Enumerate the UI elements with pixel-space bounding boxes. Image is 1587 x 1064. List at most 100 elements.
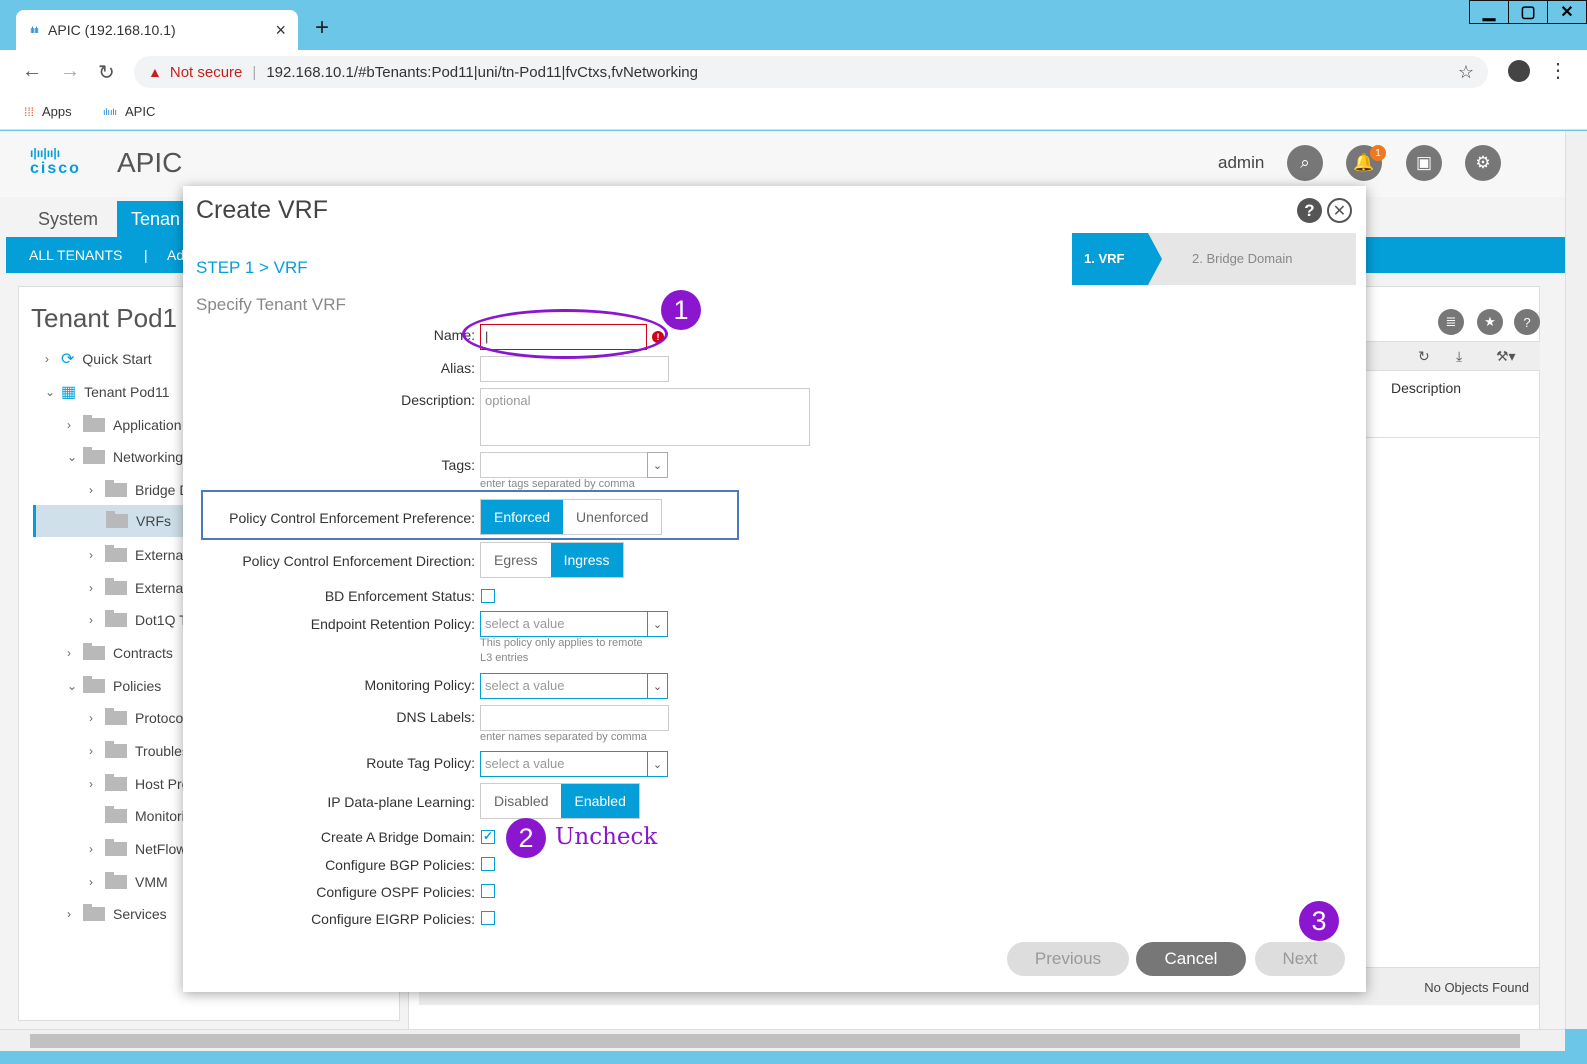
list-icon[interactable]: ≣ [1438, 309, 1464, 335]
chevron-right-icon: › [89, 483, 93, 497]
tree-item-netflow[interactable]: › NetFlow [89, 837, 186, 861]
annotation-marker-1: 1 [661, 290, 701, 330]
folder-icon [83, 643, 105, 660]
tree-item-quick-start[interactable]: › ⟳ Quick Start [45, 347, 152, 371]
menu-kebab-icon[interactable]: ⋮ [1548, 58, 1568, 83]
dialog-title: Create VRF [196, 196, 328, 224]
minimize-icon[interactable]: ▁ [1469, 0, 1509, 24]
dns-labels-input[interactable] [480, 705, 669, 731]
option-ingress[interactable]: Ingress [550, 543, 623, 577]
tab-tenants[interactable]: Tenan [117, 201, 187, 237]
gear-icon[interactable]: ⚙ [1465, 145, 1501, 181]
tab-close-icon[interactable]: × [275, 20, 286, 41]
user-name[interactable]: admin [1218, 153, 1264, 173]
favorite-star-icon[interactable]: ★ [1477, 309, 1503, 335]
scrollbar-thumb[interactable] [30, 1034, 1520, 1048]
tools-icon[interactable]: ⚒▾ [1496, 348, 1516, 365]
folder-icon [105, 872, 127, 889]
building-icon: ▦ [61, 384, 77, 401]
chevron-down-icon[interactable]: ⌄ [647, 673, 668, 699]
monitor-icon[interactable]: ▣ [1406, 145, 1442, 181]
forward-arrow-icon[interactable]: → [60, 60, 80, 83]
folder-icon [105, 480, 127, 497]
browser-tab[interactable]: ılıılı APIC (192.168.10.1) × [16, 10, 298, 50]
alias-input[interactable] [480, 356, 669, 382]
next-button[interactable]: Next [1255, 942, 1345, 976]
cisco-bars-icon: ı|ıı|ıı|ı [30, 146, 61, 160]
tree-item-external-2[interactable]: › External [89, 576, 186, 600]
bookmark-label: APIC [125, 104, 156, 119]
vertical-scrollbar[interactable] [1565, 131, 1587, 1029]
create-vrf-dialog: Create VRF ? ✕ 1. VRF 2. Bridge Domain S… [183, 186, 1366, 992]
tree-item-dot1q[interactable]: › Dot1Q T [89, 608, 188, 632]
chevron-right-icon: › [67, 907, 71, 921]
monitoring-select[interactable]: select a value [480, 673, 668, 699]
tags-input[interactable]: ⌄ [480, 452, 668, 478]
maximize-icon[interactable]: ▢ [1508, 0, 1548, 24]
reload-icon[interactable]: ↻ [98, 60, 115, 85]
tab-system[interactable]: System [38, 209, 98, 230]
endpoint-retention-select[interactable]: select a value [480, 611, 668, 637]
bookmark-apps[interactable]: ⁞⁞⁞ Apps [24, 104, 72, 119]
tree-item-tenant[interactable]: ⌄ ▦ Tenant Pod11 [45, 380, 170, 404]
tree-item-networking[interactable]: ⌄ Networking [67, 445, 183, 469]
previous-button[interactable]: Previous [1007, 942, 1129, 976]
help-icon[interactable]: ? [1514, 309, 1540, 335]
tree-item-external-1[interactable]: › External [89, 543, 186, 567]
tree-item-host-protection[interactable]: › Host Pro [89, 772, 189, 796]
new-tab-button[interactable]: + [315, 14, 329, 42]
ospf-checkbox[interactable] [481, 884, 495, 898]
sub-nav-all-tenants[interactable]: ALL TENANTS [29, 247, 122, 263]
search-icon[interactable]: ⌕ [1287, 145, 1323, 181]
tree-item-policies[interactable]: ⌄ Policies [67, 674, 161, 698]
chevron-down-icon[interactable]: ⌄ [647, 452, 668, 478]
tree-item-bridge-domains[interactable]: › Bridge D [89, 478, 189, 502]
chevron-down-icon[interactable]: ⌄ [647, 611, 668, 637]
tree-item-protocol[interactable]: › Protoco [89, 706, 183, 730]
tree-item-application[interactable]: › Application [67, 413, 182, 437]
tree-label: Host Pro [135, 776, 190, 792]
option-enabled[interactable]: Enabled [561, 784, 639, 818]
tree-label: NetFlow [135, 841, 187, 857]
security-label[interactable]: Not secure [170, 64, 243, 81]
tree-item-troubleshoot[interactable]: › Troubles [89, 739, 189, 763]
option-unenforced[interactable]: Unenforced [563, 500, 662, 534]
tree-item-services[interactable]: › Services [67, 902, 167, 926]
chevron-right-icon: › [89, 842, 93, 856]
option-egress[interactable]: Egress [481, 543, 551, 577]
omnibox[interactable]: ▲ Not secure | 192.168.10.1/#bTenants:Po… [134, 56, 1488, 88]
sub-nav-add[interactable]: Ad [167, 247, 184, 263]
back-arrow-icon[interactable]: ← [22, 60, 42, 83]
account-icon[interactable] [1508, 60, 1530, 82]
url-text[interactable]: 192.168.10.1/#bTenants:Pod11|uni/tn-Pod1… [266, 64, 698, 81]
route-tag-select[interactable]: select a value [480, 751, 668, 777]
option-disabled[interactable]: Disabled [481, 784, 562, 818]
annotation-marker-2: 2 [506, 818, 546, 858]
folder-icon [83, 415, 105, 432]
bgp-checkbox[interactable] [481, 857, 495, 871]
chevron-down-icon[interactable]: ⌄ [647, 751, 668, 777]
description-label: Description: [401, 392, 475, 408]
cancel-button[interactable]: Cancel [1136, 942, 1246, 976]
create-bd-checkbox[interactable]: ✓ [481, 830, 495, 844]
download-icon[interactable]: ⤓ [1456, 348, 1462, 365]
eigrp-checkbox[interactable] [481, 911, 495, 925]
bd-enforcement-checkbox[interactable] [481, 589, 495, 603]
tree-item-vmm[interactable]: › VMM [89, 870, 168, 894]
horizontal-scrollbar[interactable] [0, 1029, 1565, 1051]
close-window-icon[interactable]: ✕ [1547, 0, 1587, 24]
step-indicator: STEP 1 > VRF [196, 258, 308, 277]
tree-item-contracts[interactable]: › Contracts [67, 641, 173, 665]
column-header-description[interactable]: Description [1391, 380, 1461, 396]
sub-nav-separator: | [144, 247, 148, 263]
close-icon[interactable]: ✕ [1327, 198, 1352, 223]
description-textarea[interactable]: optional [480, 388, 810, 446]
refresh-icon[interactable]: ↻ [1418, 348, 1430, 365]
bookmark-apic[interactable]: ılıılı APIC [103, 104, 155, 119]
tree-item-monitoring[interactable]: Monitori [105, 804, 185, 828]
help-icon[interactable]: ? [1297, 198, 1322, 223]
option-enforced[interactable]: Enforced [481, 500, 564, 534]
address-toolbar: ← → ↻ ▲ Not secure | 192.168.10.1/#bTena… [0, 50, 1587, 94]
apps-grid-icon: ⁞⁞⁞ [24, 104, 35, 119]
bookmark-star-icon[interactable]: ☆ [1458, 62, 1474, 83]
